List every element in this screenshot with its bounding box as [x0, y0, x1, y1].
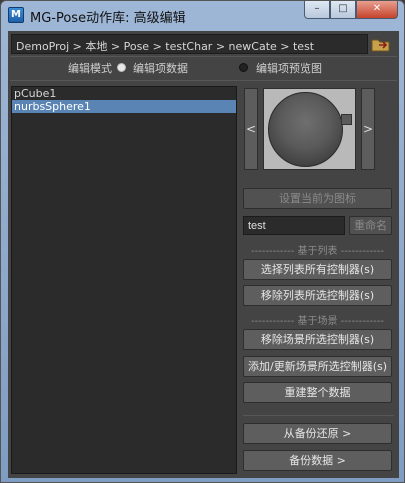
window-title: MG-Pose动作库: 高级编辑: [30, 11, 186, 26]
folder-link-icon[interactable]: [371, 36, 391, 52]
list-item[interactable]: pCube1: [12, 87, 236, 100]
preview-marker-icon: [341, 114, 352, 125]
scene-section-title: ------------ 基于场景 ------------: [251, 316, 384, 327]
rename-input[interactable]: [243, 216, 345, 235]
preview-image: [263, 88, 356, 170]
controller-list[interactable]: pCube1 nurbsSphere1: [11, 86, 237, 474]
window-frame: M MG-Pose动作库: 高级编辑 – □ ✕ DemoProj > 本地 >…: [0, 0, 405, 483]
edit-mode-row: 编辑模式 编辑项数据 编辑项预览图: [8, 59, 399, 77]
add-update-scene-controls-button[interactable]: 添加/更新场景所选控制器(s): [243, 356, 392, 377]
divider: [10, 80, 397, 81]
preview-next-button[interactable]: >: [361, 88, 375, 170]
rename-button[interactable]: 重命名: [349, 216, 392, 235]
list-section-title: ------------ 基于列表 ------------: [251, 246, 384, 257]
edit-mode-label: 编辑模式: [68, 62, 112, 75]
sphere-thumbnail: [268, 92, 343, 167]
rebuild-data-button[interactable]: 重建整个数据: [243, 382, 392, 403]
divider: [10, 56, 397, 57]
window-controls: – □ ✕: [304, 1, 398, 20]
window-client-area: DemoProj > 本地 > Pose > testChar > newCat…: [8, 31, 399, 478]
list-item-selected[interactable]: nurbsSphere1: [12, 100, 236, 113]
backup-data-button[interactable]: 备份数据 >: [243, 450, 392, 471]
breadcrumb-path: DemoProj > 本地 > Pose > testChar > newCat…: [11, 34, 368, 54]
app-icon: M: [8, 7, 24, 23]
close-button[interactable]: ✕: [356, 1, 398, 19]
select-list-controls-button[interactable]: 选择列表所有控制器(s): [243, 259, 392, 280]
radio-edit-preview-label[interactable]: 编辑项预览图: [256, 60, 322, 76]
restore-backup-button[interactable]: 从备份还原 >: [243, 423, 392, 444]
remove-scene-controls-button[interactable]: 移除场景所选控制器(s): [243, 329, 392, 350]
maximize-button[interactable]: □: [330, 1, 356, 19]
divider: [243, 415, 394, 416]
remove-list-controls-button[interactable]: 移除列表所选控制器(s): [243, 285, 392, 306]
title-bar[interactable]: M MG-Pose动作库: 高级编辑 – □ ✕: [1, 1, 404, 31]
radio-edit-preview[interactable]: [239, 63, 248, 72]
preview-prev-button[interactable]: <: [244, 88, 258, 170]
minimize-button[interactable]: –: [304, 1, 330, 19]
set-icon-button[interactable]: 设置当前为图标: [243, 188, 392, 209]
radio-edit-data-label[interactable]: 编辑项数据: [133, 60, 188, 76]
radio-edit-data[interactable]: [117, 63, 126, 72]
